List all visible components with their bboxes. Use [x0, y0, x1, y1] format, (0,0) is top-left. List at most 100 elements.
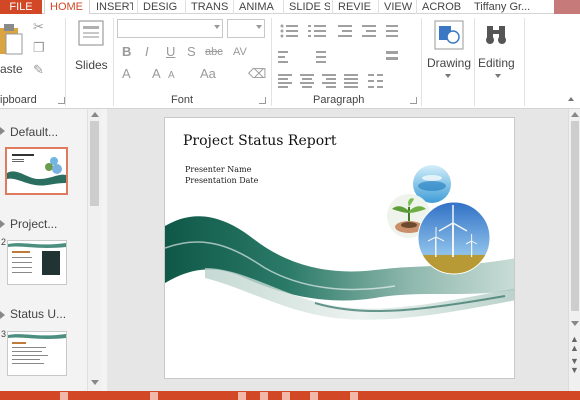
clipboard-launcher[interactable] — [58, 97, 65, 104]
font-color-button[interactable]: A — [122, 67, 131, 81]
underline-button[interactable]: U — [166, 45, 175, 59]
binoculars-icon — [486, 26, 506, 44]
paragraph-controls — [278, 24, 398, 88]
drawing-label: Drawing — [427, 56, 472, 70]
chevron-down-icon — [256, 25, 262, 29]
ribbon: aste ✂ ❐ ✎ ipboard Slides B I U S abc AV… — [0, 14, 580, 109]
chevron-down-icon — [214, 25, 220, 29]
align-center-icon[interactable] — [300, 74, 314, 88]
tab-design[interactable]: DESIG — [137, 0, 181, 14]
section-title[interactable]: Status U... — [10, 307, 66, 321]
drawing-button[interactable]: Drawing — [425, 18, 473, 84]
section-title[interactable]: Project... — [10, 217, 57, 231]
strikethrough-button[interactable]: abc — [205, 45, 223, 59]
user-avatar[interactable] — [554, 0, 580, 14]
line-spacing-icon[interactable] — [386, 25, 398, 37]
new-slide-button[interactable]: Slides — [70, 18, 110, 82]
tab-file[interactable]: FILE — [0, 0, 42, 14]
slide-sorter-icon[interactable] — [260, 392, 268, 400]
font-launcher[interactable] — [259, 97, 266, 104]
format-painter-icon[interactable]: ✎ — [33, 63, 44, 77]
scrollbar-thumb[interactable] — [571, 121, 579, 311]
tab-slideshow[interactable]: SLIDE S — [283, 0, 330, 14]
chevron-down-icon — [495, 74, 501, 78]
paragraph-group-label: Paragraph — [313, 94, 365, 106]
scroll-down-icon[interactable] — [91, 380, 99, 385]
tab-animations[interactable]: ANIMA — [233, 0, 281, 14]
font-name-combo[interactable] — [117, 19, 223, 38]
slide-thumbnail-2[interactable] — [7, 240, 67, 285]
thumbnail-scrollbar[interactable] — [87, 109, 101, 391]
tab-insert[interactable]: INSERT — [91, 0, 133, 14]
tab-acrobat[interactable]: ACROB — [416, 0, 464, 14]
bold-button[interactable]: B — [122, 45, 131, 59]
normal-view-icon[interactable] — [238, 392, 246, 400]
tab-transitions[interactable]: TRANS — [185, 0, 231, 14]
ribbon-divider — [65, 18, 66, 106]
smartart-icon[interactable] — [386, 51, 398, 60]
slide-number: 2 — [1, 237, 7, 247]
reading-view-icon[interactable] — [282, 392, 290, 400]
user-name[interactable]: Tiffany Gr... — [474, 0, 530, 14]
section-collapse-icon[interactable] — [0, 220, 5, 228]
slide-number: 3 — [1, 329, 7, 339]
ribbon-divider — [113, 18, 114, 106]
increase-indent-icon[interactable] — [362, 25, 376, 37]
align-left-icon[interactable] — [278, 74, 292, 88]
text-direction-icon[interactable] — [278, 51, 288, 63]
align-text-icon[interactable] — [316, 51, 326, 63]
ribbon-divider — [421, 18, 422, 106]
comments-icon[interactable] — [150, 392, 158, 400]
ribbon-divider — [524, 18, 525, 106]
slide-thumbnail-3[interactable] — [7, 331, 67, 376]
slideshow-view-icon[interactable] — [310, 392, 318, 400]
ribbon-divider — [271, 18, 272, 106]
grow-font-button[interactable]: A — [152, 67, 161, 81]
zoom-slider[interactable] — [350, 392, 358, 400]
scroll-down-icon[interactable] — [571, 321, 579, 326]
clear-formatting-icon[interactable]: ⌫ — [248, 67, 266, 81]
current-slide[interactable]: Project Status Report Presenter Name Pre… — [164, 117, 515, 379]
paste-label: aste — [0, 62, 23, 76]
slide-thumbnail-pane: Default... Project... 2 Status U... 3 — [0, 109, 107, 391]
tab-review[interactable]: REVIE — [332, 0, 376, 14]
slide-thumbnail-1[interactable] — [5, 147, 68, 195]
font-group-label: Font — [171, 94, 194, 106]
columns-icon[interactable] — [368, 74, 383, 88]
ribbon-divider — [474, 18, 475, 106]
character-spacing-button[interactable]: AV — [233, 45, 247, 59]
slide-3-preview — [8, 334, 66, 364]
scrollbar-thumb[interactable] — [90, 121, 99, 206]
tab-view[interactable]: VIEW — [378, 0, 414, 14]
numbering-icon[interactable] — [308, 25, 326, 37]
align-right-icon[interactable] — [322, 74, 336, 88]
cut-icon[interactable]: ✂ — [33, 20, 44, 34]
copy-icon[interactable]: ❐ — [33, 41, 45, 55]
paste-icon — [0, 24, 23, 55]
section-title[interactable]: Default... — [10, 125, 58, 139]
paragraph-launcher[interactable] — [410, 97, 417, 104]
font-size-combo[interactable] — [227, 19, 265, 38]
scroll-up-icon[interactable] — [91, 112, 99, 117]
editor-scrollbar[interactable]: ▲ ▲ ▼ ▼ — [568, 109, 580, 391]
tab-home[interactable]: HOME — [44, 0, 90, 14]
powerpoint-window: FILE HOME INSERT DESIG TRANS ANIMA SLIDE… — [0, 0, 580, 400]
justify-icon[interactable] — [344, 74, 358, 88]
collapse-ribbon-icon[interactable] — [568, 97, 574, 101]
ribbon-tab-bar: FILE HOME INSERT DESIG TRANS ANIMA SLIDE… — [0, 0, 580, 14]
section-collapse-icon[interactable] — [0, 311, 5, 319]
previous-slide-icon[interactable]: ▲ ▲ — [570, 335, 579, 353]
editing-button[interactable]: Editing — [476, 18, 521, 84]
scroll-up-icon[interactable] — [571, 112, 579, 117]
chevron-down-icon — [445, 74, 451, 78]
section-collapse-icon[interactable] — [0, 127, 5, 135]
decrease-indent-icon[interactable] — [338, 25, 352, 37]
next-slide-icon[interactable]: ▼ ▼ — [570, 357, 579, 375]
shrink-font-button[interactable]: A — [168, 69, 175, 83]
italic-button[interactable]: I — [145, 45, 149, 59]
text-shadow-button[interactable]: S — [187, 45, 196, 59]
notes-icon[interactable] — [60, 392, 68, 400]
bullets-icon[interactable] — [280, 24, 299, 38]
change-case-icon[interactable]: Aa — [200, 67, 216, 81]
paste-button[interactable]: aste — [0, 20, 24, 80]
